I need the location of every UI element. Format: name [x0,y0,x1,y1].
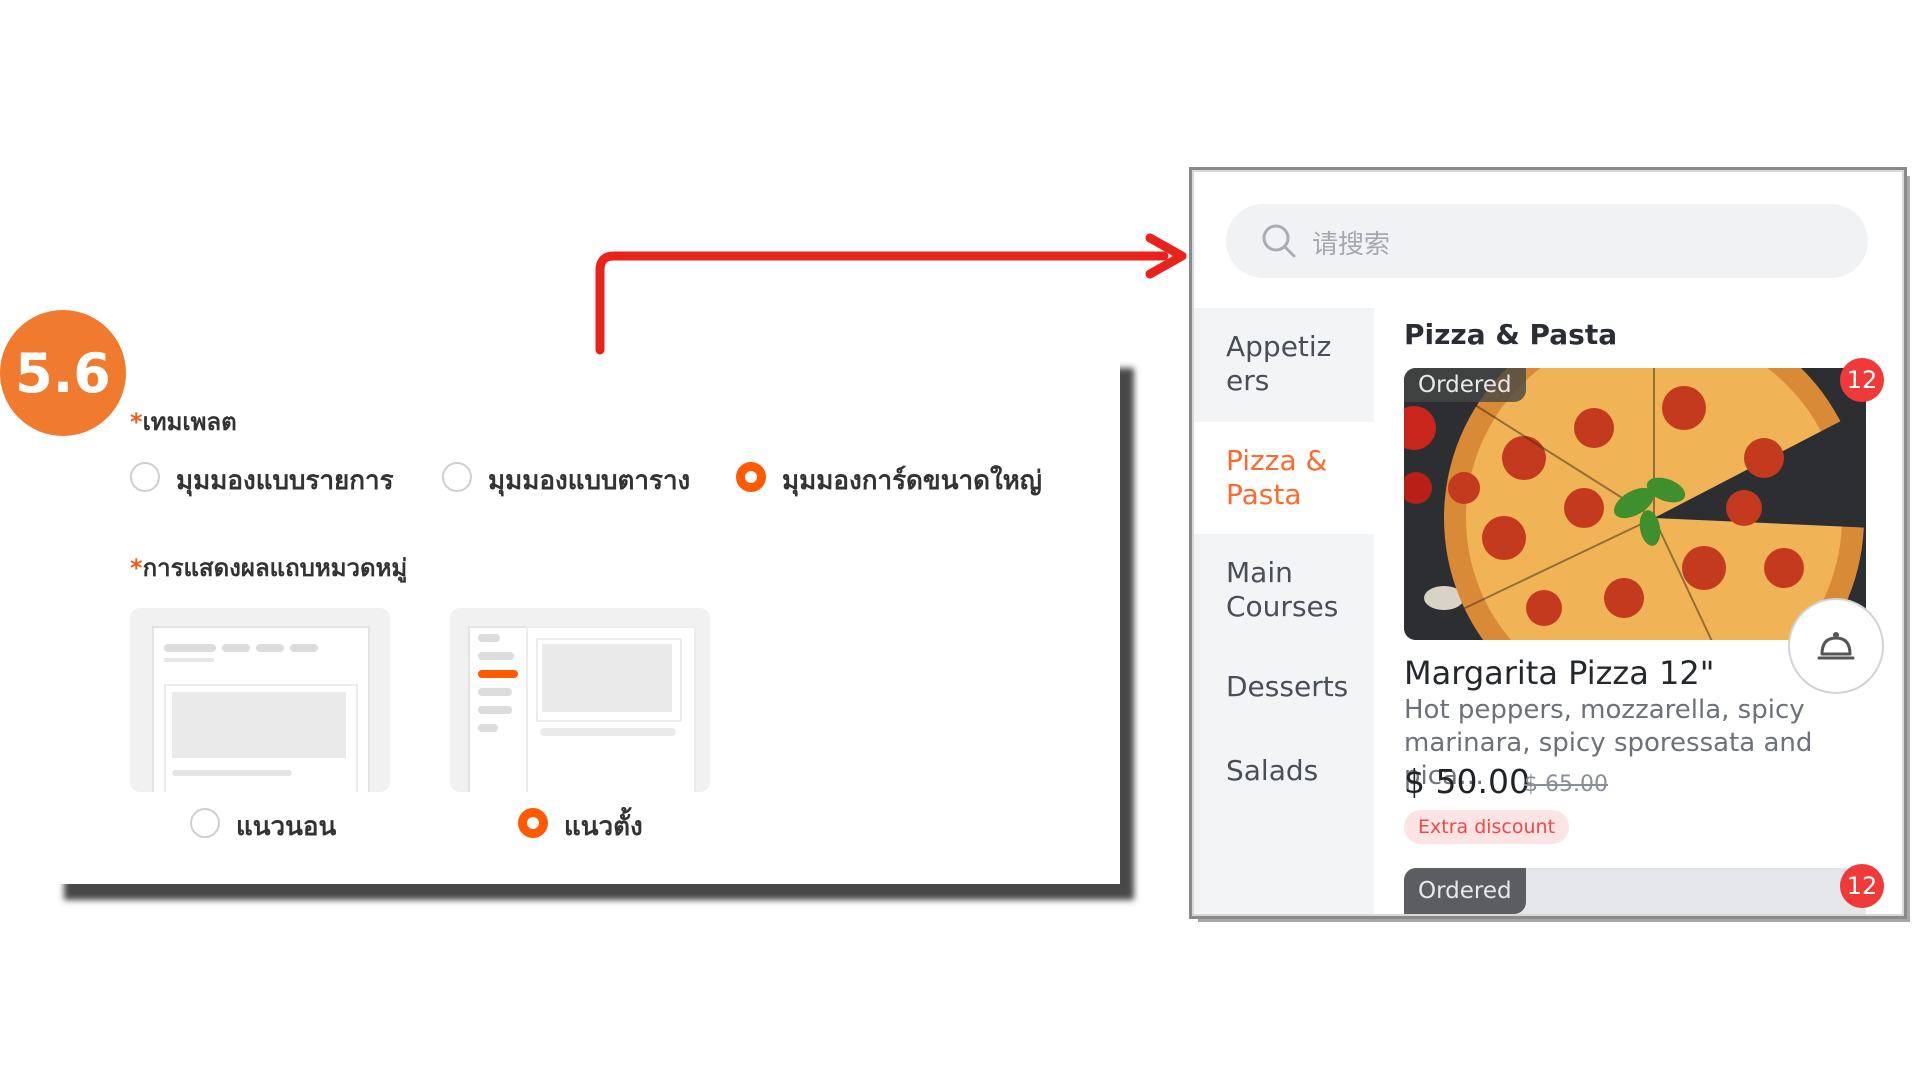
step-number-badge: 5.6 [0,310,126,436]
connector-arrow [595,233,1187,355]
